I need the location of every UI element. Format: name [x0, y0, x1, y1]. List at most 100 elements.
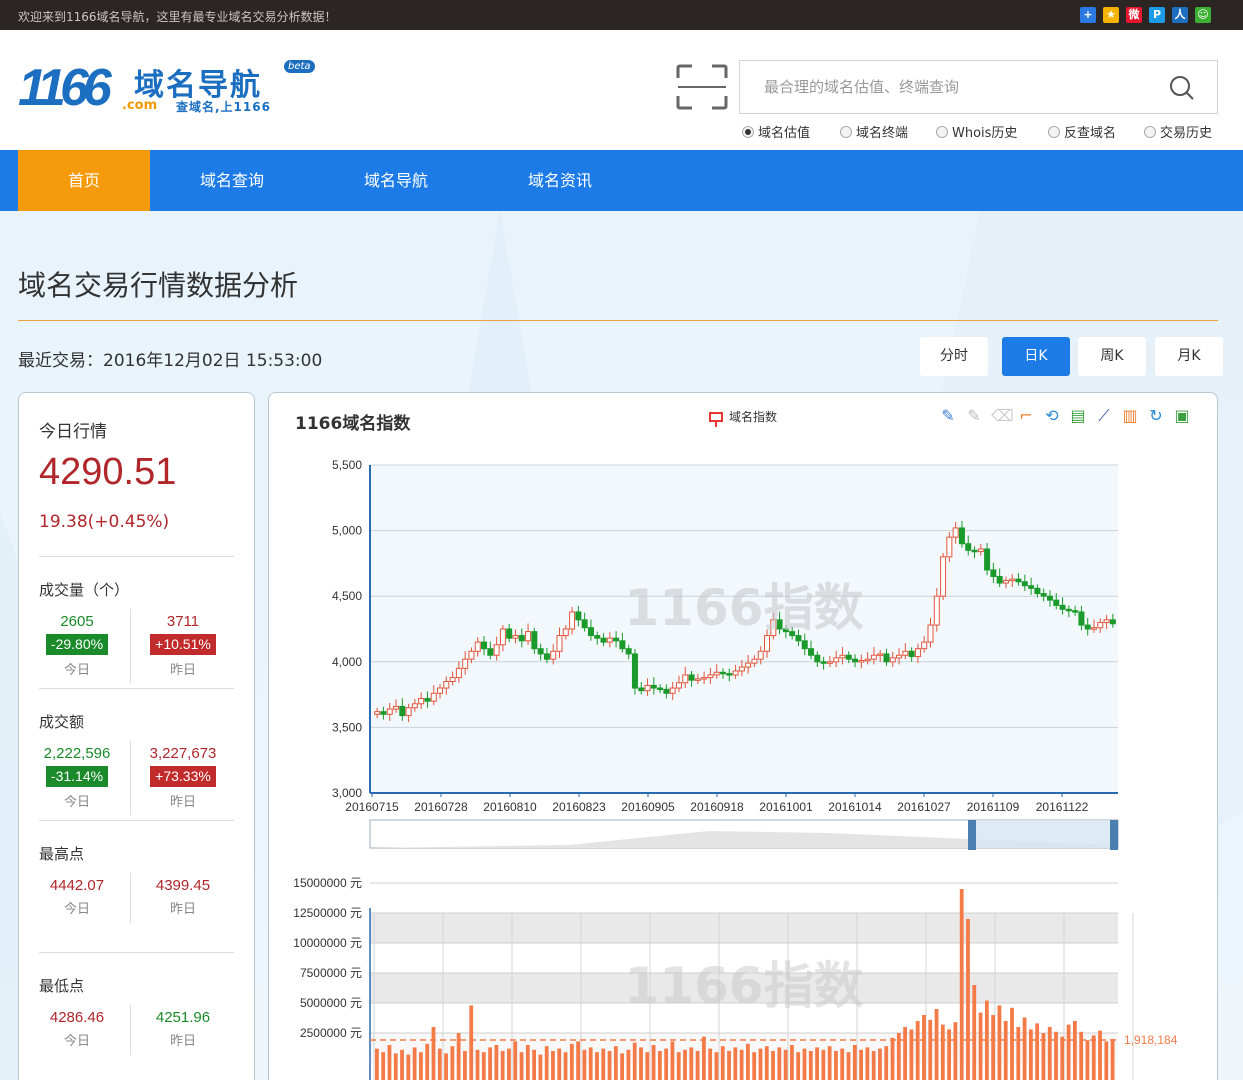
search-option-4[interactable]: 交易历史: [1144, 122, 1212, 141]
yesterday-label: 昨日: [169, 1034, 196, 1049]
volume-bar: [393, 1053, 398, 1080]
plus-share-icon[interactable]: +: [1080, 7, 1096, 23]
volume-bar: [739, 1049, 744, 1080]
section-label: 成交量（个）: [39, 581, 130, 599]
radio-icon[interactable]: [742, 125, 754, 138]
section-divider: [39, 820, 234, 821]
volume-bar: [519, 1052, 524, 1080]
volume-bar: [683, 1049, 687, 1080]
x-tick-label: 20160918: [690, 800, 744, 814]
candle: [738, 666, 745, 672]
volume-bar: [940, 1024, 945, 1080]
candle: [745, 662, 752, 668]
candle: [393, 705, 400, 710]
volume-bar: [513, 1041, 518, 1080]
candle: [455, 667, 462, 679]
section-divider: [39, 556, 234, 557]
yesterday-change-badge: +73.33%: [150, 766, 216, 787]
today-value: 2,222,596: [43, 745, 111, 762]
nav-item-3[interactable]: 域名资讯: [478, 150, 642, 211]
search-option-1[interactable]: 域名终端: [840, 122, 908, 141]
nav-item-1[interactable]: 域名查询: [150, 150, 314, 211]
volume-y-tick: 15000000 元: [293, 876, 362, 890]
volume-bar: [689, 1047, 694, 1080]
search-icon[interactable]: [1169, 75, 1195, 101]
volume-bar: [595, 1052, 599, 1080]
candle: [613, 637, 620, 642]
search-option-0[interactable]: 域名估值: [742, 122, 810, 141]
volume-bar: [500, 1051, 505, 1080]
radio-icon[interactable]: [936, 125, 948, 138]
qzone-share-icon[interactable]: ★: [1103, 7, 1119, 23]
candle: [858, 659, 865, 663]
nav-item-0[interactable]: 首页: [18, 150, 150, 211]
today-label: 今日: [63, 1034, 90, 1049]
volume-bar: [714, 1052, 719, 1080]
last-trade-time: 2016年12月02日 15:53:00: [103, 351, 323, 371]
search-option-3[interactable]: 反查域名: [1048, 122, 1116, 141]
candle: [764, 635, 771, 652]
search-input[interactable]: [740, 61, 1160, 113]
volume-bar: [777, 1047, 782, 1080]
candle: [719, 671, 726, 675]
candle: [499, 628, 506, 646]
candle: [839, 654, 846, 659]
candle: [631, 653, 638, 689]
volume-y-tick: 5000000 元: [300, 996, 362, 1010]
candle: [449, 677, 456, 682]
header: 1166 域名导航 beta .com 查域名,上1166 域名估值 域名终端 Wh…: [0, 30, 1243, 150]
k-button-0[interactable]: 分时: [920, 337, 988, 376]
scan-icon[interactable]: [676, 64, 728, 110]
logo-slogan: 查域名,上1166: [176, 100, 271, 114]
yesterday-value-col: 3711 +10.51% 昨日: [135, 613, 231, 678]
volume-bar: [764, 1046, 769, 1080]
volume-bar: [1028, 1029, 1033, 1080]
weibo-share-icon[interactable]: 微: [1126, 7, 1142, 23]
volume-bar: [871, 1051, 876, 1080]
radio-icon[interactable]: [1048, 125, 1060, 138]
search-option-2[interactable]: Whois历史: [936, 122, 1017, 141]
logo-domain: .com: [122, 98, 158, 113]
candle: [663, 688, 670, 694]
today-change-badge: -31.14%: [45, 766, 109, 787]
site-logo[interactable]: 1166 域名导航 beta .com 查域名,上1166: [18, 58, 318, 118]
tqq-share-icon[interactable]: P: [1149, 7, 1165, 23]
volume-bar: [1016, 1027, 1021, 1080]
yesterday-value: 4251.96: [155, 1009, 211, 1026]
candle: [732, 670, 739, 676]
volume-bar: [878, 1048, 882, 1080]
k-button-3[interactable]: 月K: [1155, 337, 1223, 376]
candle: [512, 635, 519, 639]
volume-bar: [620, 1053, 625, 1080]
volume-bar: [966, 919, 970, 1080]
candle: [506, 628, 513, 639]
volume-bar: [425, 1043, 430, 1080]
radio-icon[interactable]: [840, 125, 852, 138]
yesterday-value-col: 4399.45 昨日: [135, 877, 231, 917]
top-bar: 欢迎来到1166域名导航，这里有最专业域名交易分析数据！ + ★ 微 P 人 ☺: [0, 0, 1243, 30]
volume-bar: [1054, 1031, 1058, 1080]
candle: [493, 644, 500, 656]
candle: [1053, 599, 1060, 606]
nav-item-2[interactable]: 域名导航: [314, 150, 478, 211]
today-label: 今日: [63, 795, 90, 810]
k-button-2[interactable]: 周K: [1078, 337, 1146, 376]
renren-share-icon[interactable]: 人: [1172, 7, 1188, 23]
k-button-1[interactable]: 日K: [1002, 337, 1070, 376]
yesterday-label: 昨日: [169, 795, 196, 810]
volume-bar: [1010, 1007, 1014, 1080]
volume-bar: [1091, 1035, 1096, 1080]
candle: [990, 569, 997, 578]
candle: [814, 654, 821, 663]
volume-y-tick: 10000000 元: [293, 936, 362, 950]
x-tick-label: 20161001: [759, 800, 813, 814]
candle: [374, 711, 381, 715]
candle: [481, 641, 488, 650]
volume-watermark: 1166指数: [624, 957, 863, 1015]
volume-bar: [733, 1047, 738, 1080]
radio-icon[interactable]: [1144, 125, 1156, 138]
candle: [418, 698, 425, 705]
column-divider: [130, 873, 131, 923]
volume-y-tick: 2500000 元: [300, 1026, 362, 1040]
wechat-share-icon[interactable]: ☺: [1195, 7, 1211, 23]
